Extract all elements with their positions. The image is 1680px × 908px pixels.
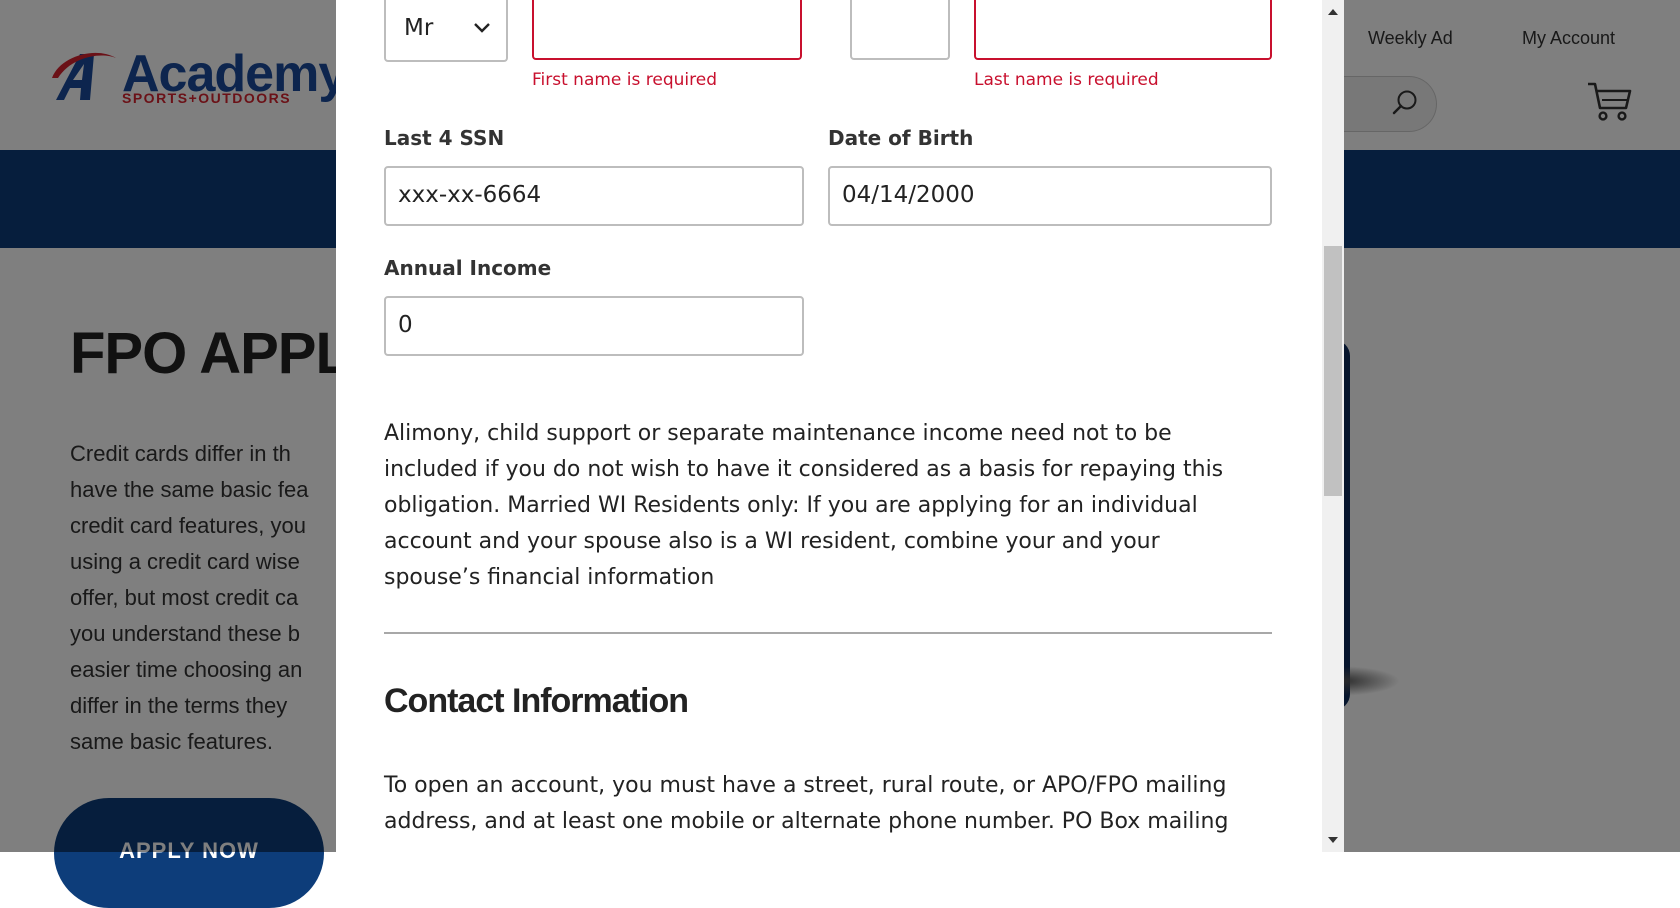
disclaimer-line: Alimony, child support or separate maint…: [384, 421, 1172, 446]
ssn-label: Last 4 SSN: [384, 126, 505, 150]
dob-input[interactable]: 04/14/2000: [828, 166, 1272, 226]
income-disclaimer: Alimony, child support or separate maint…: [384, 416, 1264, 596]
contact-info-text: To open an account, you must have a stre…: [384, 768, 1264, 840]
last-name-error: Last name is required: [974, 70, 1159, 90]
section-divider: [384, 632, 1272, 634]
income-label: Annual Income: [384, 256, 552, 280]
scrollbar-thumb[interactable]: [1324, 246, 1342, 496]
prefix-select-value: Mr: [404, 15, 434, 41]
contact-text-line: To open an account, you must have a stre…: [384, 773, 1227, 798]
modal-content: Mr First name is required Last name is r…: [336, 0, 1322, 852]
dob-label: Date of Birth: [828, 126, 974, 150]
disclaimer-line: account and your spouse also is a WI res…: [384, 529, 1160, 554]
last-name-input[interactable]: [974, 0, 1272, 60]
ssn-input[interactable]: xxx-xx-6664: [384, 166, 804, 226]
disclaimer-line: obligation. Married WI Residents only: I…: [384, 493, 1198, 518]
prefix-select[interactable]: Mr: [384, 0, 508, 62]
application-modal: Mr First name is required Last name is r…: [336, 0, 1344, 852]
disclaimer-line: included if you do not wish to have it c…: [384, 457, 1224, 482]
chevron-down-icon: [474, 23, 490, 33]
annual-income-input[interactable]: 0: [384, 296, 804, 356]
first-name-input[interactable]: [532, 0, 802, 60]
contact-text-line: address, and at least one mobile or alte…: [384, 809, 1229, 834]
modal-scrollbar[interactable]: [1322, 0, 1344, 852]
scroll-up-arrow-icon[interactable]: [1322, 0, 1344, 22]
contact-info-heading: Contact Information: [384, 682, 689, 720]
scroll-down-arrow-icon[interactable]: [1322, 830, 1344, 852]
disclaimer-line: spouse’s financial information: [384, 565, 715, 590]
dob-value: 04/14/2000: [842, 182, 975, 208]
middle-initial-input[interactable]: [850, 0, 950, 60]
annual-income-value: 0: [398, 312, 413, 338]
ssn-value: xxx-xx-6664: [398, 182, 542, 208]
first-name-error: First name is required: [532, 70, 718, 90]
